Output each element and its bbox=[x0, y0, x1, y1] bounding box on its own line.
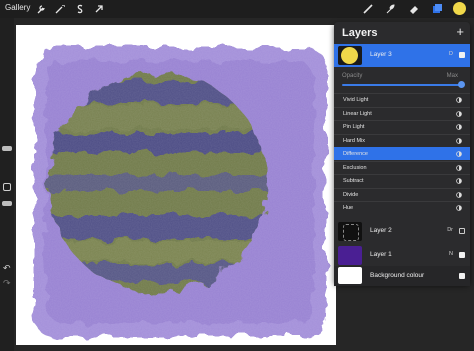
blend-mode-label: Subtract bbox=[343, 178, 364, 184]
smudge-icon[interactable] bbox=[384, 3, 396, 15]
layer-visibility-checkbox[interactable] bbox=[459, 273, 465, 279]
blend-mode-item[interactable]: Subtract bbox=[334, 174, 470, 187]
blend-mode-item[interactable]: Divide bbox=[334, 187, 470, 201]
layer-visibility-checkbox[interactable] bbox=[459, 228, 465, 234]
opacity-slider-knob[interactable] bbox=[458, 81, 465, 88]
blend-mode-item[interactable]: Exclusion bbox=[334, 160, 470, 174]
blend-mode-item[interactable]: Pin Light bbox=[334, 120, 470, 133]
blend-mode-item[interactable]: Hard Mix bbox=[334, 133, 470, 147]
layer-blend-mode-button[interactable]: Dr bbox=[447, 227, 453, 233]
layer-thumbnail bbox=[338, 267, 362, 284]
subtract-icon bbox=[456, 178, 462, 184]
gallery-button[interactable]: Gallery bbox=[5, 3, 30, 12]
layer-row-layer-3[interactable]: Layer 3 D bbox=[334, 44, 470, 67]
blend-mode-label: Exclusion bbox=[343, 164, 367, 171]
blend-mode-label: Difference bbox=[343, 151, 368, 157]
layer-thumbnail bbox=[338, 46, 362, 65]
transform-arrow-icon[interactable] bbox=[93, 3, 105, 15]
layer-name: Background colour bbox=[370, 272, 425, 279]
vivid-light-icon bbox=[456, 97, 462, 103]
difference-icon bbox=[456, 151, 462, 157]
blend-mode-label: Hard Mix bbox=[343, 137, 366, 144]
opacity-slider[interactable] bbox=[342, 84, 462, 86]
top-toolbar: Gallery bbox=[0, 0, 474, 18]
undo-button[interactable]: ↶ bbox=[3, 263, 11, 274]
left-sidebar: ↶ ↷ bbox=[0, 18, 14, 351]
layer-name: Layer 2 bbox=[370, 227, 392, 234]
layer-blend-mode-button[interactable]: D bbox=[449, 51, 453, 57]
opacity-label: Opacity bbox=[342, 73, 363, 79]
selection-s-icon[interactable] bbox=[74, 3, 86, 15]
layer-visibility-checkbox[interactable] bbox=[459, 52, 465, 58]
color-swatch-icon[interactable] bbox=[453, 2, 466, 15]
add-layer-button[interactable]: + bbox=[456, 24, 464, 39]
linear-light-icon bbox=[456, 110, 462, 117]
eraser-icon[interactable] bbox=[408, 3, 420, 15]
divide-icon bbox=[456, 191, 462, 198]
drawing-canvas[interactable] bbox=[16, 25, 336, 345]
blend-mode-label: Linear Light bbox=[343, 110, 372, 117]
layers-panel-title: Layers bbox=[342, 27, 378, 39]
blend-mode-item[interactable]: Hue bbox=[334, 201, 470, 214]
blend-mode-label: Pin Light bbox=[343, 124, 365, 130]
layer-name: Layer 1 bbox=[370, 251, 392, 258]
layer-thumbnail bbox=[338, 246, 362, 265]
layers-icon[interactable] bbox=[431, 3, 443, 15]
brush-opacity-slider[interactable] bbox=[2, 201, 12, 206]
layer-thumbnail bbox=[338, 222, 362, 241]
redo-button[interactable]: ↷ bbox=[3, 278, 11, 289]
layer-visibility-checkbox[interactable] bbox=[459, 252, 465, 258]
wrench-icon[interactable] bbox=[35, 3, 47, 15]
magic-wand-icon[interactable] bbox=[54, 3, 66, 15]
blend-mode-label: Vivid Light bbox=[343, 97, 369, 103]
blend-mode-item[interactable]: Difference bbox=[334, 147, 470, 160]
blend-mode-label: Divide bbox=[343, 191, 359, 198]
blend-mode-item[interactable]: Linear Light bbox=[334, 106, 470, 120]
pin-light-icon bbox=[456, 124, 462, 130]
layer-blend-mode-button[interactable]: N bbox=[449, 251, 453, 257]
exclusion-icon bbox=[456, 164, 462, 171]
hue-icon bbox=[456, 205, 462, 211]
layer-row-layer-1[interactable]: Layer 1 N bbox=[334, 244, 470, 267]
blend-mode-item[interactable]: Vivid Light bbox=[334, 93, 470, 106]
layer-name: Layer 3 bbox=[370, 51, 392, 58]
modify-button[interactable] bbox=[3, 183, 11, 191]
layer-row-layer-2[interactable]: Layer 2 Dr bbox=[334, 220, 470, 243]
brush-size-slider[interactable] bbox=[2, 146, 12, 151]
artwork bbox=[16, 25, 336, 345]
opacity-max-label: Max bbox=[446, 73, 458, 79]
brush-icon[interactable] bbox=[362, 3, 374, 15]
layer-row-background[interactable]: Background colour bbox=[334, 266, 470, 286]
hard-mix-icon bbox=[456, 137, 462, 144]
blend-mode-label: Hue bbox=[343, 205, 354, 211]
